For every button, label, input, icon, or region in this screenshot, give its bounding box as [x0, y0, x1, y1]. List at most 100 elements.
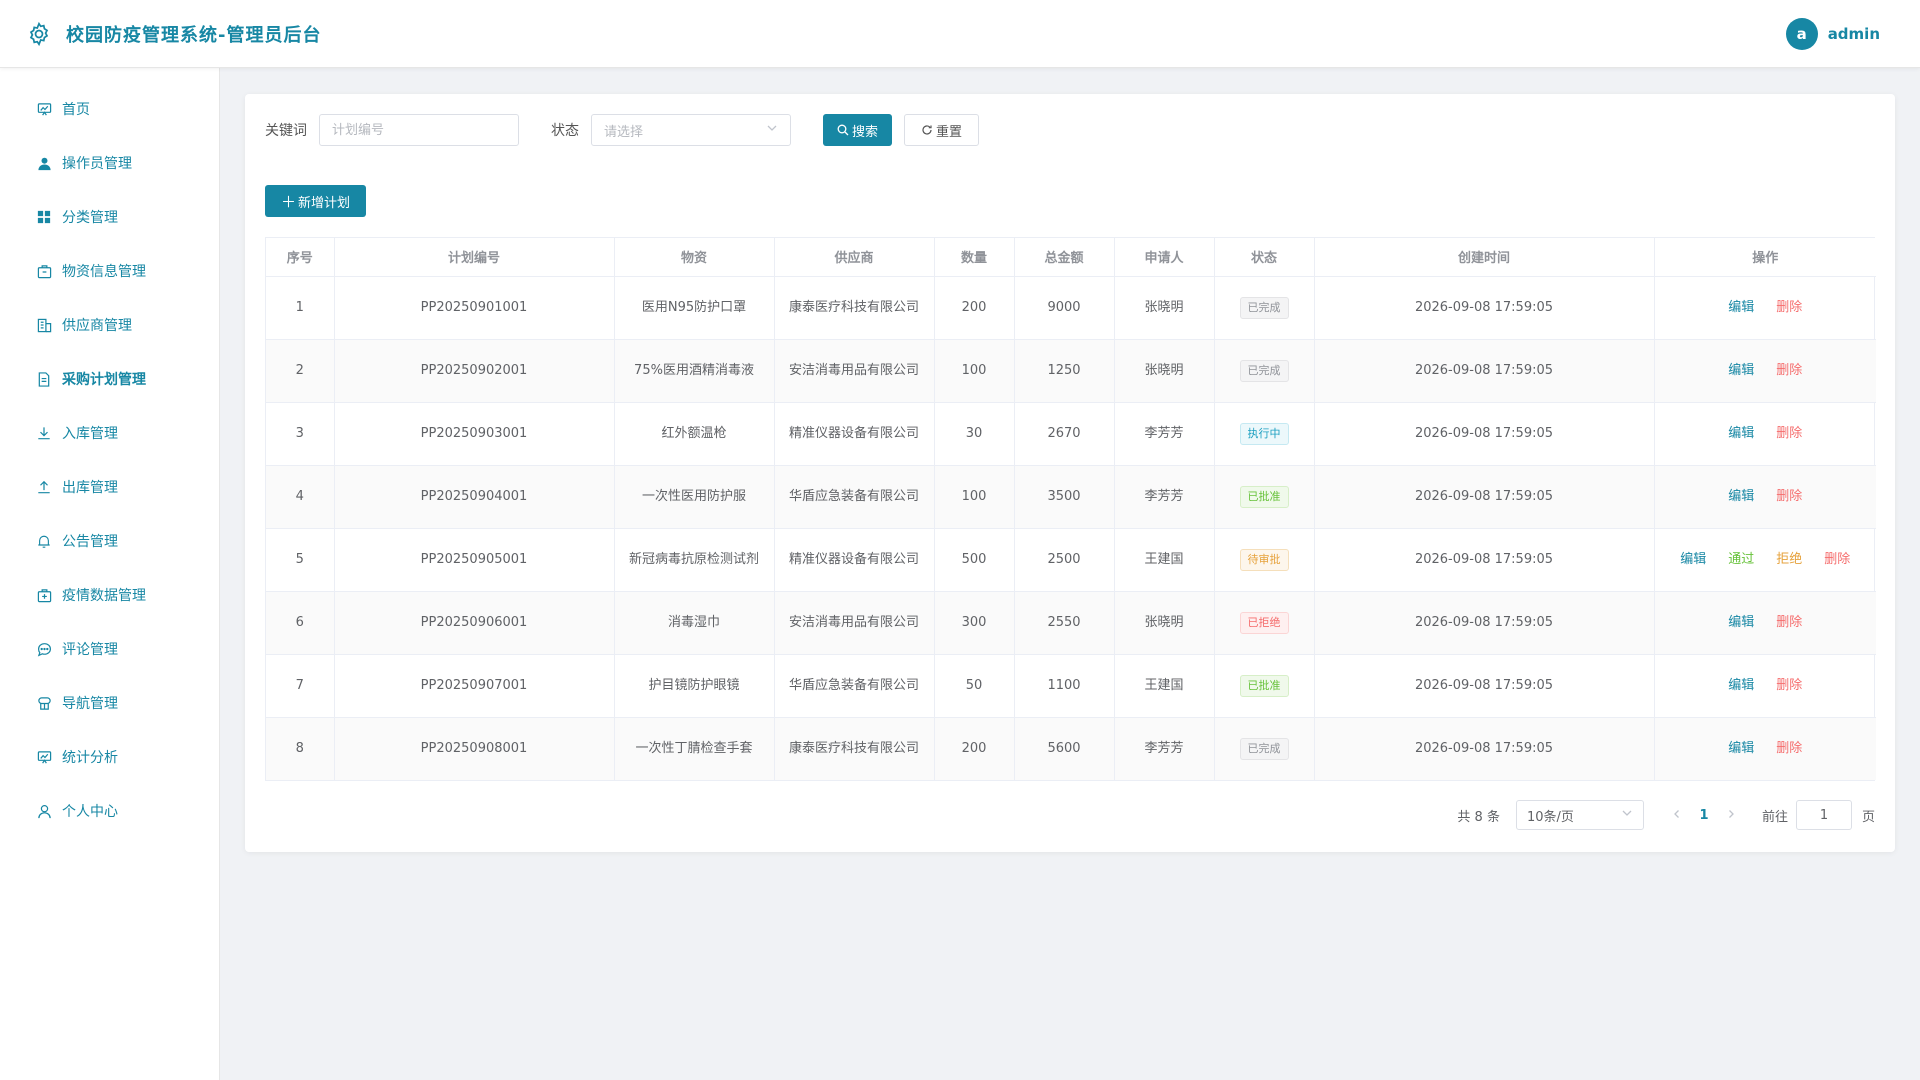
- cell-supplier: 康泰医疗科技有限公司: [774, 717, 935, 780]
- goto-page-input[interactable]: 1: [1795, 800, 1852, 830]
- cell-status: 执行中: [1214, 402, 1315, 466]
- cell-idx: 4: [266, 465, 335, 529]
- reject-button[interactable]: 拒绝: [1765, 549, 1813, 571]
- medical-box-icon: [36, 587, 52, 603]
- page-number[interactable]: 1: [1688, 808, 1720, 823]
- delete-button[interactable]: 删除: [1765, 486, 1813, 508]
- cell-idx: 6: [266, 591, 335, 655]
- cell-idx: 1: [266, 276, 335, 340]
- cell-supplier: 精准仪器设备有限公司: [774, 528, 935, 592]
- search-button[interactable]: 搜索: [823, 114, 893, 146]
- refresh-icon: [921, 124, 933, 136]
- username[interactable]: admin: [1828, 25, 1880, 43]
- edit-button[interactable]: 编辑: [1669, 549, 1717, 571]
- next-page-button[interactable]: [1720, 808, 1742, 823]
- cell-qty: 50: [934, 654, 1015, 718]
- reset-button-label: 重置: [936, 124, 963, 140]
- cell-actions: 编辑 删除: [1654, 654, 1876, 718]
- reset-button[interactable]: 重置: [904, 114, 980, 146]
- cell-supplier: 安洁消毒用品有限公司: [774, 591, 935, 655]
- edit-button[interactable]: 编辑: [1717, 423, 1765, 445]
- page-size-select[interactable]: 10条/页: [1515, 800, 1644, 830]
- sidebar-item-label: 个人中心: [62, 804, 118, 820]
- sidebar-item-6[interactable]: 入库管理: [0, 406, 219, 460]
- sidebar-item-11[interactable]: 导航管理: [0, 676, 219, 730]
- delete-button[interactable]: 删除: [1765, 360, 1813, 382]
- keyword-input[interactable]: [319, 114, 519, 146]
- chart-board-icon: [36, 749, 52, 765]
- status-badge: 已完成: [1239, 296, 1289, 319]
- top-header: 校园防疫管理系统-管理员后台 a admin: [0, 0, 1920, 68]
- search-icon: [837, 124, 849, 136]
- sidebar-item-7[interactable]: 出库管理: [0, 460, 219, 514]
- delete-button[interactable]: 删除: [1765, 612, 1813, 634]
- edit-button[interactable]: 编辑: [1717, 675, 1765, 697]
- cell-status: 已拒绝: [1214, 591, 1315, 655]
- column-header: 供应商: [774, 238, 935, 277]
- add-plan-button-label: 新增计划: [298, 195, 351, 211]
- cell-applicant: 李芳芳: [1114, 465, 1215, 529]
- cell-actions: 编辑 删除: [1654, 465, 1876, 529]
- column-header: 总金额: [1014, 238, 1115, 277]
- status-select[interactable]: 请选择: [591, 114, 791, 146]
- cell-amount: 1100: [1014, 654, 1115, 718]
- sidebar-item-9[interactable]: 疫情数据管理: [0, 568, 219, 622]
- sidebar-item-10[interactable]: 评论管理: [0, 622, 219, 676]
- sidebar-item-1[interactable]: 操作员管理: [0, 136, 219, 190]
- chevron-down-icon: [766, 122, 778, 138]
- sidebar-item-13[interactable]: 个人中心: [0, 784, 219, 838]
- cell-idx: 7: [266, 654, 335, 718]
- status-badge: 已批准: [1239, 674, 1289, 697]
- cell-time: 2026-09-08 17:59:05: [1314, 465, 1655, 529]
- page-size-value: 10条/页: [1526, 809, 1574, 825]
- cell-actions: 编辑 删除: [1654, 339, 1876, 403]
- delete-button[interactable]: 删除: [1765, 738, 1813, 760]
- delete-button[interactable]: 删除: [1765, 297, 1813, 319]
- edit-button[interactable]: 编辑: [1717, 738, 1765, 760]
- cell-item: 一次性医用防护服: [614, 465, 775, 529]
- person-icon: [36, 803, 52, 819]
- edit-button[interactable]: 编辑: [1717, 297, 1765, 319]
- cell-code: PP20250903001: [334, 402, 615, 466]
- edit-button[interactable]: 编辑: [1717, 360, 1765, 382]
- cell-actions: 编辑 删除: [1654, 276, 1876, 340]
- table-row: 4 PP20250904001 一次性医用防护服 华盾应急装备有限公司 100 3500 李…: [266, 465, 1876, 529]
- bell-icon: [36, 533, 52, 549]
- cell-code: PP20250904001: [334, 465, 615, 529]
- cell-supplier: 安洁消毒用品有限公司: [774, 339, 935, 403]
- cell-actions: 编辑 通过 拒绝 删除: [1654, 528, 1876, 592]
- sidebar-item-12[interactable]: 统计分析: [0, 730, 219, 784]
- edit-button[interactable]: 编辑: [1717, 612, 1765, 634]
- sidebar-item-3[interactable]: 物资信息管理: [0, 244, 219, 298]
- sidebar-item-0[interactable]: 首页: [0, 82, 219, 136]
- search-button-label: 搜索: [852, 124, 879, 140]
- cell-code: PP20250906001: [334, 591, 615, 655]
- sidebar-item-4[interactable]: 供应商管理: [0, 298, 219, 352]
- status-label: 状态: [551, 123, 579, 139]
- sidebar-item-8[interactable]: 公告管理: [0, 514, 219, 568]
- table-row: 1 PP20250901001 医用N95防护口罩 康泰医疗科技有限公司 200 9000…: [266, 276, 1876, 340]
- goto-label: 前往: [1761, 809, 1788, 825]
- cell-time: 2026-09-08 17:59:05: [1314, 717, 1655, 780]
- approve-button[interactable]: 通过: [1717, 549, 1765, 571]
- sidebar-item-2[interactable]: 分类管理: [0, 190, 219, 244]
- prev-page-button[interactable]: [1666, 808, 1688, 823]
- cell-time: 2026-09-08 17:59:05: [1314, 339, 1655, 403]
- user-menu[interactable]: a admin: [1785, 17, 1880, 50]
- column-header: 计划编号: [334, 238, 615, 277]
- cell-qty: 300: [934, 591, 1015, 655]
- cell-idx: 2: [266, 339, 335, 403]
- sidebar-item-5[interactable]: 采购计划管理: [0, 352, 219, 406]
- cell-idx: 5: [266, 528, 335, 592]
- cell-time: 2026-09-08 17:59:05: [1314, 654, 1655, 718]
- edit-button[interactable]: 编辑: [1717, 486, 1765, 508]
- delete-button[interactable]: 删除: [1813, 549, 1861, 571]
- add-plan-button[interactable]: ＋ 新增计划: [265, 185, 367, 217]
- avatar[interactable]: a: [1785, 17, 1818, 50]
- goto-page-value: 1: [1819, 807, 1829, 823]
- cell-supplier: 华盾应急装备有限公司: [774, 465, 935, 529]
- delete-button[interactable]: 删除: [1765, 423, 1813, 445]
- column-header: 操作: [1654, 238, 1876, 277]
- sidebar-item-label: 采购计划管理: [62, 372, 146, 388]
- delete-button[interactable]: 删除: [1765, 675, 1813, 697]
